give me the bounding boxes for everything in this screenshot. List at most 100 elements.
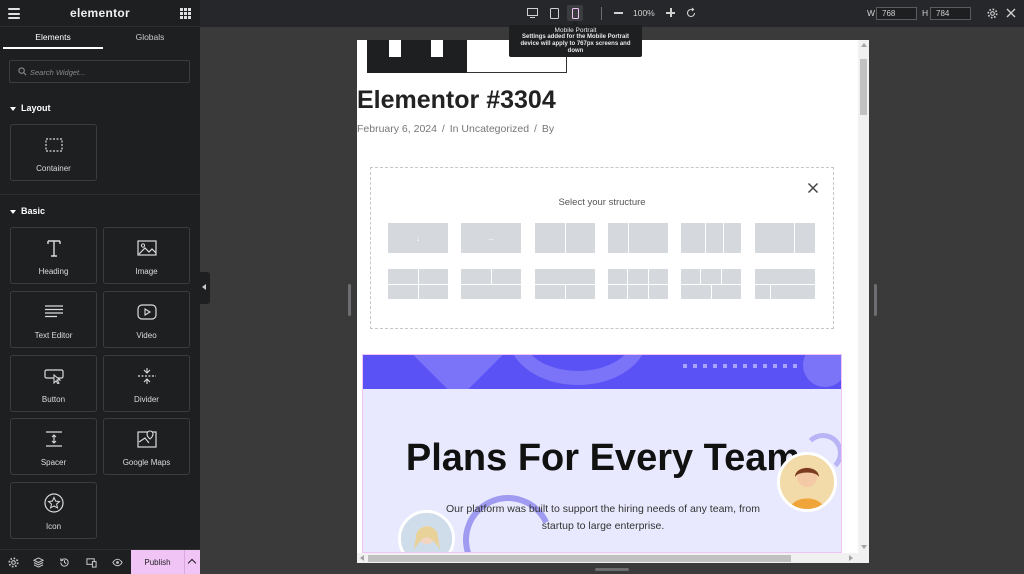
widget-search[interactable] — [9, 60, 190, 83]
arrow-right-icon: → — [487, 233, 495, 243]
zoom-out-icon[interactable] — [614, 12, 623, 14]
chevron-left-icon — [202, 284, 206, 290]
widget-icon[interactable]: Icon — [10, 482, 97, 539]
widget-image[interactable]: Image — [103, 227, 190, 284]
device-desktop-button[interactable] — [524, 5, 540, 21]
settings-gear-icon[interactable] — [8, 557, 19, 568]
section-layout[interactable]: Layout — [10, 103, 51, 113]
history-icon[interactable] — [59, 557, 70, 568]
structure-selector: Select your structure ↓ → — [370, 167, 834, 329]
widget-label: Icon — [45, 522, 62, 531]
structure-preset-two-thirds-one-third[interactable] — [755, 223, 815, 253]
height-input[interactable] — [930, 7, 971, 20]
structure-preset-grid-3x2[interactable] — [608, 269, 668, 299]
panel-collapse-toggle[interactable] — [200, 272, 210, 304]
structure-preset-grid-2x2[interactable] — [388, 269, 448, 299]
container-icon — [11, 135, 96, 155]
post-title: Elementor #3304 — [357, 86, 556, 114]
toolbar-separator — [601, 7, 602, 20]
section-basic[interactable]: Basic — [10, 206, 45, 216]
vertical-scrollbar[interactable] — [858, 40, 869, 553]
post-author: By — [541, 123, 555, 135]
chevron-up-icon — [187, 558, 197, 568]
star-icon — [11, 493, 96, 513]
widget-google-maps[interactable]: Google Maps — [103, 418, 190, 475]
widget-label: Button — [41, 395, 66, 404]
map-icon — [104, 429, 189, 449]
widget-button[interactable]: Button — [10, 355, 97, 412]
horizontal-scrollbar[interactable] — [357, 553, 869, 563]
video-icon — [104, 302, 189, 322]
width-input[interactable] — [876, 7, 917, 20]
structure-preset-stacked[interactable] — [535, 269, 595, 299]
widget-label: Image — [135, 267, 158, 276]
structure-preset-flex-row[interactable]: → — [461, 223, 521, 253]
hero-decorative-band — [363, 355, 841, 389]
device-mobile-button[interactable] — [567, 5, 583, 21]
reset-zoom-icon[interactable] — [685, 7, 697, 19]
editor-panel: elementor Elements Globals Layout Contai… — [0, 0, 200, 574]
divider-icon — [104, 366, 189, 386]
layers-icon[interactable] — [33, 557, 44, 568]
resize-handle-right[interactable] — [874, 284, 877, 316]
top-toolbar: 100% W H — [200, 0, 1024, 27]
close-icon[interactable] — [1006, 8, 1016, 18]
mobile-icon — [571, 7, 579, 19]
brand-logo: elementor — [69, 6, 131, 20]
widget-divider[interactable]: Divider — [103, 355, 190, 412]
caret-down-icon — [10, 209, 16, 214]
tablet-icon — [549, 7, 559, 19]
search-input[interactable] — [30, 64, 180, 80]
post-meta: February 6, 2024 / In Uncategorized / By — [357, 123, 556, 135]
image-icon — [104, 238, 189, 258]
widget-label: Spacer — [40, 458, 67, 467]
tab-elements[interactable]: Elements — [3, 27, 103, 49]
panel-header: elementor — [0, 0, 200, 27]
structure-preset-grid-asym[interactable] — [755, 269, 815, 299]
post-category[interactable]: In Uncategorized — [450, 123, 529, 135]
structure-preset-rows-split[interactable] — [461, 269, 521, 299]
widget-text-editor[interactable]: Text Editor — [10, 291, 97, 348]
tab-globals[interactable]: Globals — [100, 27, 200, 49]
site-header-block — [367, 40, 467, 73]
spacer-icon — [11, 429, 96, 449]
device-tooltip: Mobile Portrait Settings added for the M… — [509, 21, 642, 57]
desktop-icon — [526, 8, 538, 18]
gear-icon[interactable] — [987, 8, 998, 19]
device-tablet-button[interactable] — [546, 5, 562, 21]
preview-eye-icon[interactable] — [112, 557, 123, 568]
structure-preset-two-columns[interactable] — [535, 223, 595, 253]
resize-handle-left[interactable] — [348, 284, 351, 316]
text-editor-icon — [11, 302, 96, 322]
widget-container[interactable]: Container — [10, 124, 97, 181]
widget-label: Google Maps — [122, 458, 171, 467]
widget-heading[interactable]: Heading — [10, 227, 97, 284]
structure-preset-one-third-two-thirds[interactable] — [608, 223, 668, 253]
caret-down-icon — [10, 106, 16, 111]
arrow-down-icon: ↓ — [416, 233, 420, 243]
panel-footer: Publish — [0, 549, 200, 574]
widget-label: Video — [136, 331, 157, 340]
avatar — [777, 452, 837, 512]
widget-label: Divider — [134, 395, 159, 404]
hero-subtitle: Our platform was built to support the hi… — [446, 503, 760, 532]
widget-label: Heading — [38, 267, 69, 276]
search-icon — [18, 67, 27, 76]
panel-tabs: Elements Globals — [0, 27, 200, 49]
structure-preset-three-columns[interactable] — [681, 223, 741, 253]
structure-title: Select your structure — [558, 197, 646, 208]
publish-options-button[interactable] — [184, 550, 200, 574]
responsive-mode-icon[interactable] — [86, 557, 97, 568]
meta-separator: / — [534, 123, 537, 135]
structure-preset-grid-mixed[interactable] — [681, 269, 741, 299]
structure-preset-flex-column[interactable]: ↓ — [388, 223, 448, 253]
tooltip-title: Mobile Portrait — [554, 27, 597, 34]
zoom-in-icon[interactable] — [666, 8, 675, 17]
widgets-grid-icon[interactable] — [180, 8, 191, 19]
close-icon[interactable] — [807, 182, 819, 194]
widget-spacer[interactable]: Spacer — [10, 418, 97, 475]
publish-button[interactable]: Publish — [131, 550, 184, 574]
widget-video[interactable]: Video — [103, 291, 190, 348]
resize-handle-bottom[interactable] — [595, 568, 629, 571]
height-label: H — [922, 8, 929, 18]
